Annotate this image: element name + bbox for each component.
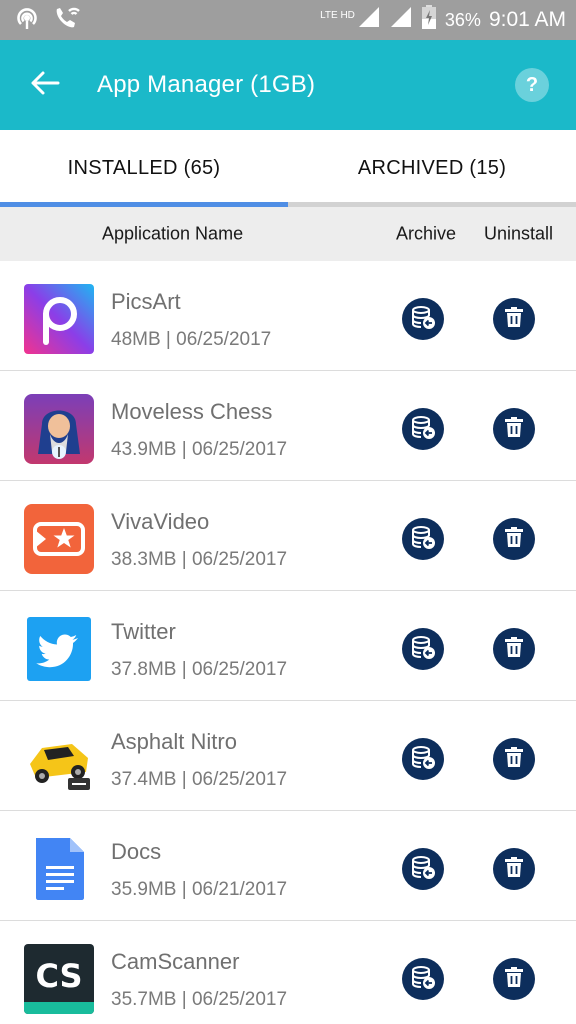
app-size-date: 37.4MB | 06/25/2017 <box>111 769 288 790</box>
archive-icon <box>409 303 437 336</box>
app-name: PicsArt <box>111 289 181 314</box>
archive-button[interactable] <box>402 518 444 560</box>
archive-button[interactable] <box>402 958 444 1000</box>
app-name: Docs <box>111 839 162 864</box>
network-type-label: LTE HD <box>320 10 355 21</box>
uninstall-button[interactable] <box>493 298 535 340</box>
signal-icon <box>357 5 381 35</box>
trash-icon <box>502 305 526 334</box>
app-list: PicsArt 48MB | 06/25/2017 Moveless Chess… <box>0 261 576 1024</box>
archive-button[interactable] <box>402 738 444 780</box>
app-size-date: 35.9MB | 06/21/2017 <box>111 879 288 900</box>
uninstall-button[interactable] <box>493 628 535 670</box>
archive-button[interactable] <box>402 848 444 890</box>
list-item[interactable]: Moveless Chess 43.9MB | 06/25/2017 <box>0 371 576 481</box>
column-archive: Archive <box>396 223 457 244</box>
back-button[interactable] <box>15 55 75 115</box>
archive-icon <box>409 743 437 776</box>
archive-button[interactable] <box>402 628 444 670</box>
uninstall-button[interactable] <box>493 958 535 1000</box>
column-header: Application Name Archive Uninstall <box>0 207 576 261</box>
status-bar: LTE HD 36% 9:01 AM <box>0 0 576 40</box>
archive-button[interactable] <box>402 408 444 450</box>
list-item[interactable]: Twitter 37.8MB | 06/25/2017 <box>0 591 576 701</box>
archive-icon <box>409 413 437 446</box>
vivavideo-icon <box>24 504 94 574</box>
app-name: CamScanner <box>111 949 240 974</box>
trash-icon <box>502 415 526 444</box>
trash-icon <box>502 745 526 774</box>
trash-icon <box>502 525 526 554</box>
list-item[interactable]: PicsArt 48MB | 06/25/2017 <box>0 261 576 371</box>
signal-2-icon <box>389 5 413 35</box>
camscanner-icon: CS <box>24 944 94 1014</box>
app-name: Twitter <box>111 619 176 644</box>
app-size-date: 37.8MB | 06/25/2017 <box>111 659 288 680</box>
tab-installed-label: INSTALLED (65) <box>67 157 221 179</box>
battery-icon <box>421 4 437 36</box>
list-item[interactable]: CS CamScanner 35.7MB | 06/25/2017 <box>0 921 576 1024</box>
archive-icon <box>409 963 437 996</box>
archive-icon <box>409 853 437 886</box>
tab-bar: INSTALLED (65) ARCHIVED (15) <box>0 130 576 207</box>
app-size-date: 35.7MB | 06/25/2017 <box>111 989 288 1010</box>
moveless-chess-icon <box>24 394 94 464</box>
page-title: App Manager (1GB) <box>97 71 316 98</box>
app-size-date: 48MB | 06/25/2017 <box>111 329 272 350</box>
wifi-call-icon <box>52 5 82 36</box>
picsart-icon <box>24 284 94 354</box>
asphalt-nitro-icon <box>24 724 94 794</box>
app-size-date: 38.3MB | 06/25/2017 <box>111 549 288 570</box>
twitter-icon <box>24 614 94 684</box>
column-application-name: Application Name <box>102 223 244 244</box>
help-button[interactable]: ? <box>515 68 549 102</box>
app-bar: App Manager (1GB) ? <box>0 40 576 130</box>
app-size-date: 43.9MB | 06/25/2017 <box>111 439 288 460</box>
uninstall-button[interactable] <box>493 518 535 560</box>
uninstall-button[interactable] <box>493 848 535 890</box>
app-name: Asphalt Nitro <box>111 729 237 754</box>
app-name: Moveless Chess <box>111 399 273 424</box>
help-icon: ? <box>525 73 539 96</box>
trash-icon <box>502 635 526 664</box>
uninstall-button[interactable] <box>493 738 535 780</box>
list-item[interactable]: Asphalt Nitro 37.4MB | 06/25/2017 <box>0 701 576 811</box>
back-arrow-icon <box>30 70 60 101</box>
battery-percent: 36% <box>444 9 481 30</box>
clock: 9:01 AM <box>488 8 566 31</box>
tab-installed[interactable]: INSTALLED (65) <box>0 130 288 207</box>
tab-archived-label: ARCHIVED (15) <box>357 157 507 179</box>
trash-icon <box>502 855 526 884</box>
column-uninstall: Uninstall <box>484 223 554 244</box>
hotspot-icon <box>14 5 40 36</box>
archive-icon <box>409 633 437 666</box>
tab-archived[interactable]: ARCHIVED (15) <box>288 130 576 207</box>
camscanner-icon-text: CS <box>35 957 82 995</box>
app-name: VivaVideo <box>111 509 210 534</box>
list-item[interactable]: VivaVideo 38.3MB | 06/25/2017 <box>0 481 576 591</box>
uninstall-button[interactable] <box>493 408 535 450</box>
trash-icon <box>502 965 526 994</box>
docs-icon <box>24 834 94 904</box>
list-item[interactable]: Docs 35.9MB | 06/21/2017 <box>0 811 576 921</box>
archive-button[interactable] <box>402 298 444 340</box>
archive-icon <box>409 523 437 556</box>
